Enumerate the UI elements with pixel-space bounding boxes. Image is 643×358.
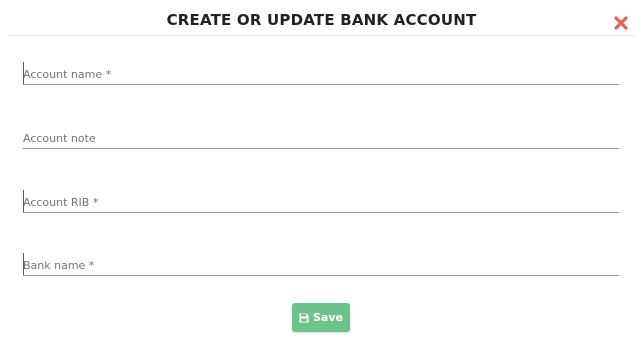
title-divider — [8, 35, 635, 36]
account-note-input[interactable] — [23, 126, 619, 149]
dialog-title: CREATE OR UPDATE BANK ACCOUNT — [166, 11, 477, 29]
save-button[interactable]: Save — [292, 303, 350, 332]
save-button-label: Save — [313, 311, 343, 324]
floppy-disk-icon — [299, 313, 309, 322]
account-name-input[interactable] — [23, 62, 619, 85]
bank-name-input[interactable] — [23, 253, 619, 276]
account-note-field-wrapper — [23, 126, 619, 150]
close-icon — [614, 16, 628, 30]
account-rib-field-wrapper — [23, 190, 619, 214]
close-button[interactable] — [613, 15, 629, 31]
bank-account-dialog: CREATE OR UPDATE BANK ACCOUNT Save — [0, 0, 643, 358]
bank-name-field-wrapper — [23, 253, 619, 277]
account-rib-input[interactable] — [23, 190, 619, 213]
account-name-field-wrapper — [23, 62, 619, 86]
